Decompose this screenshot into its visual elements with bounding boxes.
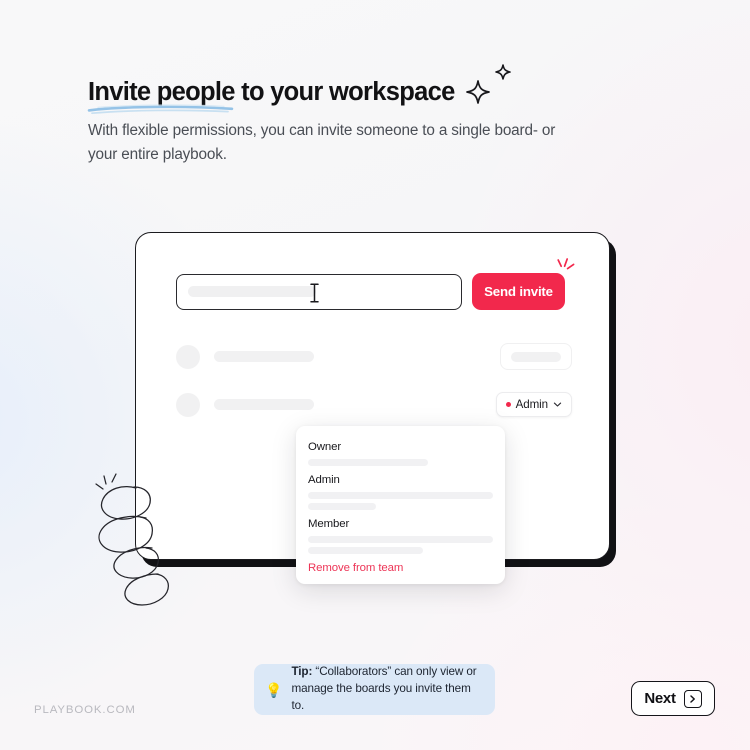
dropdown-option-admin[interactable]: Admin (308, 474, 493, 510)
chevron-right-icon (683, 689, 702, 708)
watermark: PLAYBOOK.COM (34, 704, 136, 716)
invite-email-input[interactable] (176, 273, 462, 310)
header-block: Invite people to your workspace With fle… (87, 78, 608, 167)
avatar (176, 344, 200, 369)
option-description-skeleton (308, 459, 429, 466)
member-name-skeleton (214, 399, 314, 410)
invite-input-row: Send invite (176, 273, 565, 310)
option-description-skeleton (308, 547, 423, 554)
dropdown-option-member[interactable]: Member (308, 518, 493, 554)
input-skeleton-bar (188, 286, 316, 297)
tip-body: “Collaborators” can only view or manage … (291, 665, 477, 712)
dropdown-option-owner[interactable]: Owner (308, 441, 493, 466)
tip-callout: 💡 Tip: “Collaborators” can only view or … (254, 664, 495, 715)
lightbulb-icon: 💡 (265, 681, 283, 698)
next-button-label: Next (644, 690, 676, 707)
slide-canvas: Invite people to your workspace With fle… (0, 0, 750, 750)
dropdown-option-label: Member (308, 518, 350, 530)
click-burst-icon (557, 258, 575, 270)
send-invite-button[interactable]: Send invite (472, 273, 565, 310)
role-chip-label: Admin (515, 398, 548, 411)
table-row: Admin (176, 392, 572, 417)
next-button[interactable]: Next (631, 681, 715, 716)
chevron-down-icon (553, 402, 562, 407)
option-description-skeleton (308, 503, 377, 510)
table-row (176, 343, 572, 370)
page-title: Invite people to your workspace (88, 78, 455, 106)
member-name-skeleton (214, 351, 314, 362)
role-dropdown-menu[interactable]: Owner Admin Member Remove from team (296, 426, 505, 584)
tip-text: Tip: “Collaborators” can only view or ma… (291, 664, 482, 714)
role-chip-admin[interactable]: Admin (495, 392, 572, 417)
role-placeholder-bar (511, 351, 561, 362)
remove-from-team-action[interactable]: Remove from team (308, 562, 493, 574)
sparkles-icon (466, 64, 511, 104)
status-dot-icon (505, 402, 511, 407)
dropdown-option-label: Admin (308, 474, 340, 486)
option-description-skeleton (308, 536, 493, 543)
dropdown-option-label: Owner (308, 441, 342, 453)
text-cursor-icon (310, 282, 319, 303)
option-description-skeleton (308, 492, 493, 499)
member-role-slot (500, 343, 572, 370)
avatar (176, 392, 200, 417)
member-role-slot: Admin (495, 392, 572, 417)
tip-prefix: Tip: (291, 665, 313, 679)
role-selector-placeholder[interactable] (500, 343, 572, 370)
page-subtitle: With flexible permissions, you can invit… (88, 121, 556, 163)
